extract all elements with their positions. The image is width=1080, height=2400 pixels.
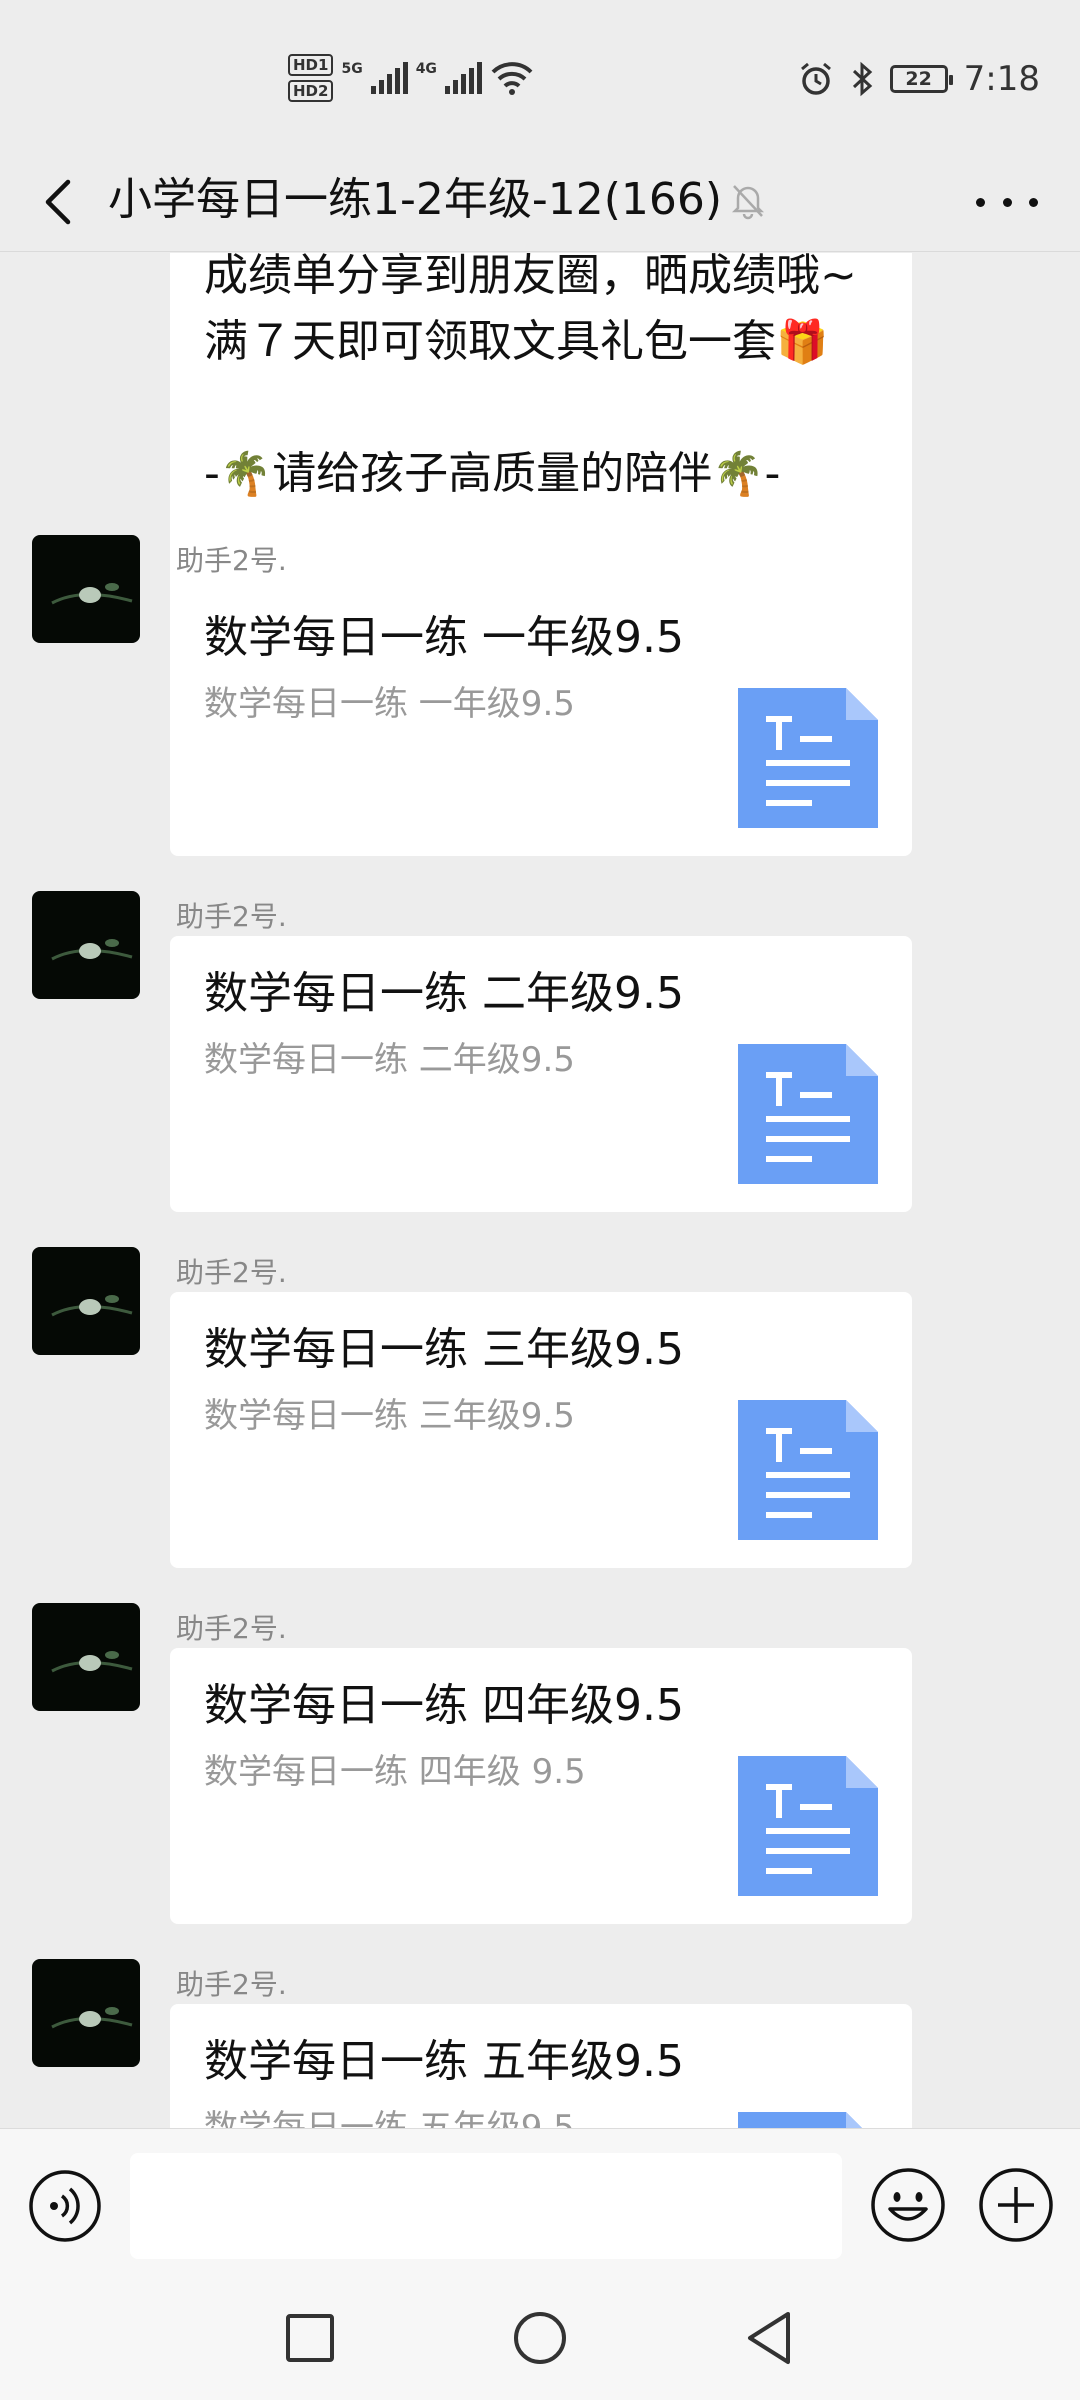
hd1-badge: HD1 [288, 54, 334, 76]
file-subtitle: 数学每日一练 五年级9.5 [204, 2108, 575, 2128]
file-title: 数学每日一练 五年级9.5 [204, 2036, 684, 2087]
file-title: 数学每日一练 四年级9.5 [204, 1680, 684, 1731]
status-bar: HD1 HD2 5G 4G 22 7:18 [0, 0, 1080, 150]
network-5g-label: 5G [341, 61, 363, 77]
plus-icon[interactable] [978, 2167, 1054, 2243]
input-bar [0, 2128, 1080, 2278]
palm-tree-icon: 🌴 [712, 449, 765, 498]
file-message: 助手2号. 数学每日一练 一年级9.5 数学每日一练 一年级9.5 [0, 535, 1080, 856]
wifi-icon [491, 62, 533, 95]
file-title: 数学每日一练 二年级9.5 [204, 968, 684, 1019]
clock: 7:18 [963, 59, 1040, 99]
sender-name: 助手2号. [176, 1256, 287, 1289]
file-card[interactable]: 数学每日一练 一年级9.5 数学每日一练 一年级9.5 [170, 580, 912, 856]
circle-icon[interactable] [510, 2308, 570, 2368]
signal-bars-icon [370, 62, 408, 94]
avatar[interactable] [32, 535, 140, 643]
message-line-3-text: 请给孩子高质量的陪伴 [272, 448, 713, 499]
text-document-icon [738, 1400, 878, 1540]
file-card[interactable]: 数学每日一练 五年级9.5 数学每日一练 五年级9.5 [170, 2004, 912, 2128]
message-input[interactable] [130, 2153, 842, 2259]
sender-name: 助手2号. [176, 1612, 287, 1645]
file-message: 助手2号. 数学每日一练 五年级9.5 数学每日一练 五年级9.5 [0, 1959, 1080, 2128]
sender-name: 助手2号. [176, 900, 287, 933]
signal-bars-2-icon [444, 62, 482, 94]
file-card[interactable]: 数学每日一练 四年级9.5 数学每日一练 四年级 9.5 [170, 1648, 912, 1924]
avatar[interactable] [32, 1247, 140, 1355]
chat-title: 小学每日一练1-2年级-12(166) [108, 174, 723, 225]
text-document-icon [738, 1756, 878, 1896]
sender-name: 助手2号. [176, 544, 287, 577]
file-subtitle: 数学每日一练 二年级9.5 [204, 1040, 575, 1080]
file-message: 助手2号. 数学每日一练 三年级9.5 数学每日一练 三年级9.5 [0, 1247, 1080, 1568]
avatar[interactable] [32, 1959, 140, 2067]
status-left: HD1 HD2 5G 4G [288, 48, 534, 108]
hd2-badge: HD2 [288, 80, 334, 102]
file-subtitle: 数学每日一练 一年级9.5 [204, 684, 575, 724]
message-line-1: 成绩单分享到朋友圈，晒成绩哦~ [204, 253, 857, 301]
file-card[interactable]: 数学每日一练 三年级9.5 数学每日一练 三年级9.5 [170, 1292, 912, 1568]
gift-icon: 🎁 [776, 317, 829, 366]
dash-right: - [764, 448, 781, 499]
file-title: 数学每日一练 三年级9.5 [204, 1324, 684, 1375]
back-arrow-icon[interactable] [30, 172, 90, 232]
chat-area[interactable]: 成绩单分享到朋友圈，晒成绩哦~ 满７天即可领取文具礼包一套🎁 -🌴请给孩子高质量… [0, 253, 1080, 2128]
chat-header: 小学每日一练1-2年级-12(166) [0, 150, 1080, 252]
more-dots-icon[interactable] [970, 178, 1044, 226]
emoji-icon[interactable] [870, 2167, 946, 2243]
dash-left: - [204, 448, 220, 499]
muted-bell-icon [731, 185, 765, 220]
voice-icon[interactable] [28, 2169, 102, 2243]
file-message: 助手2号. 数学每日一练 四年级9.5 数学每日一练 四年级 9.5 [0, 1603, 1080, 1924]
triangle-back-icon[interactable] [740, 2308, 800, 2368]
network-4g-label: 4G [415, 61, 437, 77]
hd-indicators: HD1 HD2 [288, 54, 334, 102]
square-icon[interactable] [280, 2308, 340, 2368]
text-document-icon [738, 688, 878, 828]
bluetooth-icon [852, 61, 872, 97]
palm-tree-icon: 🌴 [219, 449, 273, 498]
file-message: 助手2号. 数学每日一练 二年级9.5 数学每日一练 二年级9.5 [0, 891, 1080, 1212]
text-document-icon [738, 2112, 862, 2128]
message-line-3: -🌴请给孩子高质量的陪伴🌴- [204, 441, 878, 507]
file-card[interactable]: 数学每日一练 二年级9.5 数学每日一练 二年级9.5 [170, 936, 912, 1212]
system-nav-bar [0, 2278, 1080, 2400]
battery-icon: 22 [889, 65, 953, 93]
text-document-icon [738, 1044, 878, 1184]
file-subtitle: 数学每日一练 四年级 9.5 [204, 1752, 586, 1792]
avatar[interactable] [32, 891, 140, 999]
avatar[interactable] [32, 1603, 140, 1711]
message-line-2: 满７天即可领取文具礼包一套🎁 [204, 309, 878, 375]
file-title: 数学每日一练 一年级9.5 [204, 612, 684, 663]
sender-name: 助手2号. [176, 1968, 287, 2001]
status-right: 22 7:18 [798, 54, 1040, 104]
alarm-icon [800, 62, 831, 95]
message-line-2-text: 满７天即可领取文具礼包一套 [204, 316, 776, 367]
file-subtitle: 数学每日一练 三年级9.5 [204, 1396, 575, 1436]
